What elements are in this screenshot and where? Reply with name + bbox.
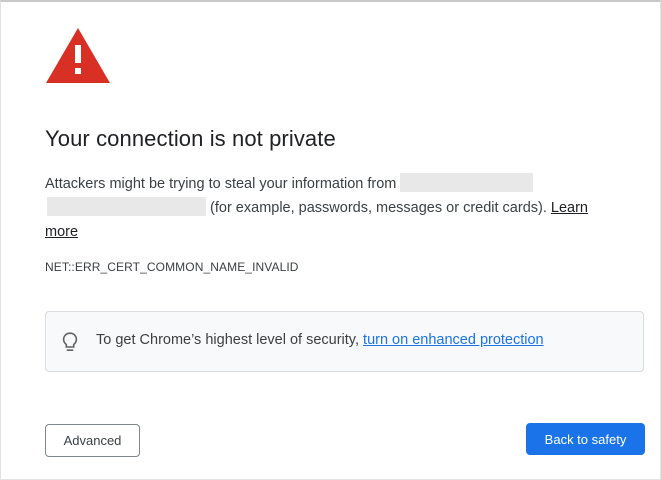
enhanced-protection-link[interactable]: turn on enhanced protection [363, 332, 544, 348]
error-code: NET::ERR_CERT_COMMON_NAME_INVALID [45, 260, 299, 274]
security-tip-label: To get Chrome’s highest level of securit… [96, 332, 360, 348]
advanced-button[interactable]: Advanced [45, 424, 140, 457]
enhanced-protection-tip: To get Chrome’s highest level of securit… [45, 311, 644, 372]
message-text-before: Attackers might be trying to steal your … [45, 176, 397, 192]
security-tip-text: To get Chrome’s highest level of securit… [96, 332, 544, 348]
warning-triangle-icon [46, 28, 110, 83]
redacted-hostname [47, 197, 206, 216]
lightbulb-icon [62, 332, 78, 352]
message-text-after: (for example, passwords, messages or cre… [210, 200, 547, 216]
interstitial-page: Your connection is not private Attackers… [0, 0, 661, 480]
redacted-hostname [400, 173, 534, 192]
back-to-safety-button[interactable]: Back to safety [526, 423, 645, 455]
page-title: Your connection is not private [45, 126, 336, 151]
warning-message: Attackers might be trying to steal your … [45, 172, 620, 244]
